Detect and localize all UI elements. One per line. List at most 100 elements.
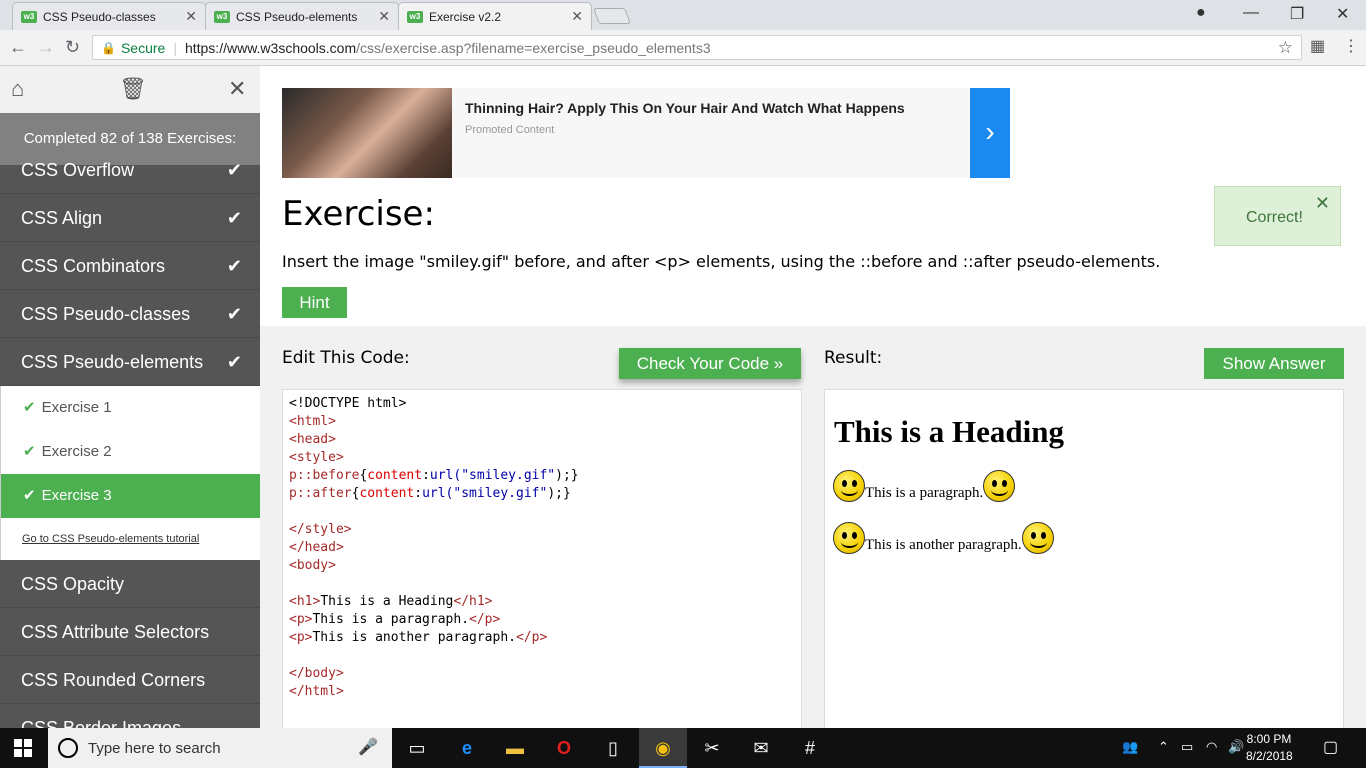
new-tab-button[interactable] xyxy=(593,8,631,24)
close-tab-icon[interactable]: ✕ xyxy=(185,8,197,25)
sidebar-item-label: CSS Attribute Selectors xyxy=(21,622,210,642)
exercise-description: Insert the image "smiley.gif" before, an… xyxy=(282,252,1161,271)
subitem-label: Exercise 2 xyxy=(41,443,112,460)
hint-button[interactable]: Hint xyxy=(282,287,347,318)
reload-icon[interactable]: ↻ xyxy=(65,37,80,58)
checkmark-icon: ✔ xyxy=(23,399,36,416)
extension-icon[interactable]: ▦ xyxy=(1310,36,1325,56)
show-answer-button[interactable]: Show Answer xyxy=(1204,348,1344,379)
sidebar-item-label: CSS Pseudo-elements xyxy=(21,352,204,372)
sidebar-item-label: CSS Border Images xyxy=(21,718,182,728)
url-input[interactable]: 🔒 Secure | https://www.w3schools.com /cs… xyxy=(92,35,1302,60)
clock[interactable]: 8:00 PM 8/2/2018 xyxy=(1246,731,1293,765)
sidebar-item-css-border-images[interactable]: CSS Border Images xyxy=(0,704,260,728)
w3schools-icon: w3 xyxy=(214,10,230,23)
forward-icon[interactable]: → xyxy=(37,37,55,58)
paragraph-text: This is another paragraph. xyxy=(865,537,1022,553)
chevron-right-icon[interactable]: › xyxy=(970,88,1010,178)
volume-icon[interactable]: 🔊 xyxy=(1228,739,1244,755)
windows-start-icon[interactable] xyxy=(14,739,32,757)
sidebar-subitem-exercise-3[interactable]: ✔ Exercise 3 xyxy=(0,474,260,518)
code-editor[interactable]: <!DOCTYPE html> <html> <head> <style> p:… xyxy=(282,389,802,729)
sidebar-item-css-align[interactable]: CSS Align ✔ xyxy=(0,194,260,242)
menu-icon[interactable]: ⋮ xyxy=(1343,36,1359,56)
slack-icon[interactable]: # xyxy=(798,736,822,760)
sidebar-item-css-combinators[interactable]: CSS Combinators ✔ xyxy=(0,242,260,290)
close-window-icon[interactable]: ✕ xyxy=(1336,4,1349,24)
smiley-icon xyxy=(1021,522,1054,554)
home-icon[interactable]: ⌂ xyxy=(11,76,24,102)
tab-exercise[interactable]: w3 Exercise v2.2 ✕ xyxy=(398,2,592,30)
taskbar-search-input[interactable]: Type here to search 🎤 xyxy=(48,728,392,768)
ad-title[interactable]: Thinning Hair? Apply This On Your Hair A… xyxy=(465,100,905,116)
smiley-icon xyxy=(833,470,865,502)
sidebar-item-label: CSS Align xyxy=(21,208,103,228)
chevron-up-icon[interactable]: ⌃ xyxy=(1158,739,1169,755)
file-explorer-icon[interactable]: ▬ xyxy=(503,736,527,760)
tools-icon[interactable]: ✂ xyxy=(700,736,724,760)
sidebar-item-label: CSS Opacity xyxy=(21,574,125,594)
close-icon[interactable]: ✕ xyxy=(228,76,246,102)
tab-bar: w3 CSS Pseudo-classes ✕ w3 CSS Pseudo-el… xyxy=(0,0,1366,30)
microphone-icon[interactable]: 🎤 xyxy=(358,737,378,757)
sidebar-item-label: CSS Pseudo-classes xyxy=(21,304,191,324)
minimize-icon[interactable]: — xyxy=(1243,4,1259,22)
tab-label: CSS Pseudo-elements xyxy=(236,9,358,24)
sidebar-item-label: CSS Combinators xyxy=(21,256,166,276)
people-icon[interactable]: 👥 xyxy=(1122,739,1138,755)
search-placeholder: Type here to search xyxy=(88,740,221,757)
maximize-icon[interactable]: ❐ xyxy=(1290,4,1304,24)
lock-icon: 🔒 xyxy=(101,40,116,55)
sidebar: ⌂ 🗑 ✕ Completed 82 of 138 Exercises: CSS… xyxy=(0,66,260,728)
checkmark-icon: ✔ xyxy=(226,160,242,180)
task-view-icon[interactable]: ▭ xyxy=(405,736,429,760)
w3schools-icon: w3 xyxy=(407,10,423,23)
checkmark-icon: ✔ xyxy=(226,256,242,276)
exercise-title: Exercise: xyxy=(282,194,435,234)
edit-code-label: Edit This Code: xyxy=(282,348,410,368)
edge-icon[interactable]: e xyxy=(455,736,479,760)
sidebar-item-css-pseudo-elements[interactable]: CSS Pseudo-elements ✔ xyxy=(0,338,260,386)
taskbar: Type here to search 🎤 ▭ e ▬ O ▯ ◉ ✂ ✉ # … xyxy=(0,728,1366,768)
notepad-icon[interactable]: ▯ xyxy=(601,736,625,760)
check-code-button[interactable]: Check Your Code » xyxy=(619,348,801,379)
smiley-icon xyxy=(983,470,1016,502)
url-host: https://www.w3schools.com xyxy=(184,39,357,56)
sidebar-list: CSS Overflow ✔ CSS Align ✔ CSS Combinato… xyxy=(0,146,260,728)
checkmark-icon: ✔ xyxy=(23,487,36,504)
chrome-icon[interactable]: ◉ xyxy=(651,736,675,760)
sidebar-item-css-opacity[interactable]: CSS Opacity xyxy=(0,560,260,608)
close-tab-icon[interactable]: ✕ xyxy=(571,8,583,25)
sidebar-item-css-overflow[interactable]: CSS Overflow ✔ xyxy=(0,146,260,194)
tab-css-pseudo-elements[interactable]: w3 CSS Pseudo-elements ✕ xyxy=(205,2,399,30)
sidebar-item-css-rounded-corners[interactable]: CSS Rounded Corners xyxy=(0,656,260,704)
opera-icon[interactable]: O xyxy=(552,736,576,760)
sidebar-item-css-attribute-selectors[interactable]: CSS Attribute Selectors xyxy=(0,608,260,656)
notification-icon[interactable]: ▢ xyxy=(1323,737,1338,757)
sidebar-subitem-exercise-2[interactable]: ✔ Exercise 2 xyxy=(0,430,260,474)
smiley-icon xyxy=(833,522,865,554)
mail-icon[interactable]: ✉ xyxy=(749,736,773,760)
w3schools-icon: w3 xyxy=(21,10,37,23)
sidebar-item-css-pseudo-classes[interactable]: CSS Pseudo-classes ✔ xyxy=(0,290,260,338)
back-icon[interactable]: ← xyxy=(9,37,27,58)
profile-icon[interactable]: ● xyxy=(1196,4,1206,22)
sidebar-toolbar: ⌂ 🗑 ✕ xyxy=(0,66,260,113)
bookmark-star-icon[interactable]: ☆ xyxy=(1278,38,1293,58)
sidebar-subitem-exercise-1[interactable]: ✔ Exercise 1 xyxy=(0,386,260,430)
wifi-icon[interactable]: ◠ xyxy=(1206,739,1217,755)
tab-css-pseudo-classes[interactable]: w3 CSS Pseudo-classes ✕ xyxy=(12,2,206,30)
trash-icon[interactable]: 🗑 xyxy=(119,76,147,102)
close-tab-icon[interactable]: ✕ xyxy=(378,8,390,25)
close-icon[interactable]: ✕ xyxy=(1315,193,1330,214)
tutorial-link[interactable]: Go to CSS Pseudo-elements tutorial xyxy=(0,518,260,560)
ad-image xyxy=(282,88,452,178)
battery-icon[interactable]: ▭ xyxy=(1181,739,1193,755)
paragraph-text: This is a paragraph. xyxy=(865,485,984,501)
address-bar: ← → ↻ 🔒 Secure | https://www.w3schools.c… xyxy=(0,30,1366,66)
correct-message: Correct! xyxy=(1246,209,1303,226)
checkmark-icon: ✔ xyxy=(226,352,242,372)
advertisement[interactable]: Thinning Hair? Apply This On Your Hair A… xyxy=(282,88,1010,178)
subitem-label: Exercise 3 xyxy=(41,487,112,504)
secure-label: Secure xyxy=(120,39,166,56)
